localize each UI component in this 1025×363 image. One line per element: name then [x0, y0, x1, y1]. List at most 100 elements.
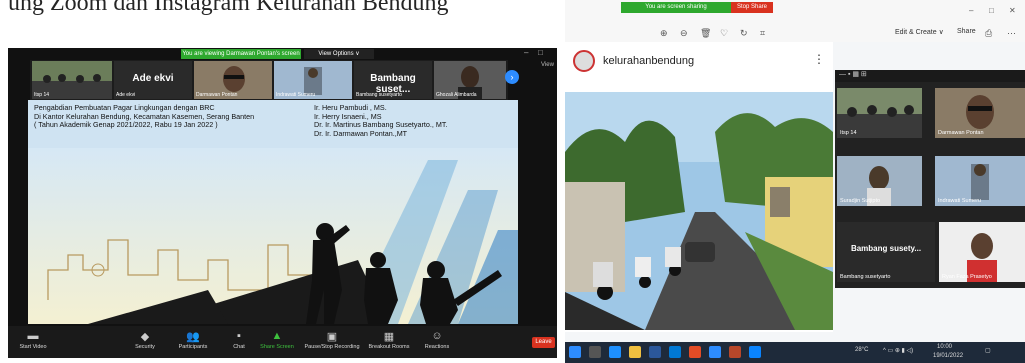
post-photo [565, 92, 833, 330]
crop-icon[interactable]: ⌗ [760, 28, 765, 39]
edit-create-menu[interactable]: Edit & Create ∨ [895, 28, 944, 36]
participant-tile[interactable]: Bambang suset... Bambang susetyarto [354, 61, 432, 99]
toolbar-label: Reactions [424, 344, 450, 350]
word-icon[interactable] [649, 346, 661, 358]
participant-tile[interactable]: Ghozali Alimbarda [434, 61, 506, 99]
toolbar-label: Start Video [19, 344, 47, 350]
panel-tile[interactable]: Indrawati Sumeru [935, 156, 1025, 206]
start-video-button[interactable]: ▬ Start Video [8, 330, 58, 350]
meeting-toolbar: ▬ Start Video ◆ Security 👥 Participants ▪ Ch… [8, 326, 557, 358]
participant-big-name: Ade ekvi [132, 73, 174, 84]
participant-name: Ghozali Alimbarda [436, 92, 477, 98]
tray-icons[interactable]: ^ ▭ ⊕ ▮ ◁) [883, 347, 913, 354]
minimize-icon[interactable]: – [524, 48, 528, 57]
reactions-icon: ☺ [431, 330, 443, 342]
panel-tile[interactable]: Ryan Faza Prasetyo [939, 222, 1025, 282]
minimize-icon[interactable]: – [969, 6, 973, 15]
participant-name: Ade ekvi [116, 92, 136, 98]
windows-taskbar: 28°C ^ ▭ ⊕ ▮ ◁) 10:00 19/01/2022 ▢ [565, 342, 1025, 363]
zoom-out-icon[interactable]: ⊖ [680, 28, 688, 39]
participant-name: Bambang susetyarto [356, 92, 402, 98]
record-icon: ▣ [326, 331, 338, 343]
participant-tile[interactable]: Ade ekvi Ade ekvi [114, 61, 192, 99]
panel-tile[interactable]: Itsp 14 [837, 88, 922, 138]
toolbar-label: Participants [178, 344, 208, 350]
security-button[interactable]: ◆ Security [120, 330, 170, 350]
photos-icon[interactable] [749, 346, 761, 358]
participant-video [939, 222, 1025, 282]
instagram-post: kelurahanbendung ⋮ [565, 42, 833, 332]
more-icon[interactable]: ⋯ [1007, 28, 1016, 39]
panel-tile[interactable]: Darmawan Pontan [935, 88, 1025, 138]
participant-name: Darmawan Pontan [938, 130, 984, 136]
breakout-icon: ▦ [383, 331, 395, 343]
instagram-username[interactable]: kelurahanbendung [603, 55, 694, 67]
participant-name: Suradjin Sutjipto [840, 198, 881, 204]
toolbar-label: Breakout Rooms [368, 344, 410, 350]
start-icon[interactable] [569, 346, 581, 358]
participant-name: Itsp 14 [840, 130, 857, 136]
screen-sharing-banner: You are screen sharing [621, 2, 731, 13]
close-icon[interactable]: ✕ [1009, 6, 1016, 15]
more-options-icon[interactable]: ⋮ [813, 52, 825, 66]
zoom-icon[interactable] [709, 346, 721, 358]
search-icon[interactable] [589, 346, 601, 358]
participant-tile[interactable]: Indrawati Sumeru [274, 61, 352, 99]
maximize-icon[interactable]: □ [989, 6, 994, 15]
view-label[interactable]: View [541, 62, 554, 68]
clock-time[interactable]: 10:00 [937, 344, 952, 350]
browser-window: You are screen sharing Stop Share ⊕ ⊖ 🗑 … [565, 0, 1025, 363]
share-link[interactable]: Share [957, 28, 976, 35]
folder-icon[interactable] [629, 346, 641, 358]
powerpoint-icon[interactable] [729, 346, 741, 358]
next-page-button[interactable]: › [505, 70, 519, 84]
panel-header-icons: — ▪ ▦ ⊞ [835, 70, 1025, 82]
rotate-icon[interactable]: ↻ [740, 28, 748, 39]
shield-icon: ◆ [140, 331, 150, 343]
panel-tile[interactable]: Bambang susety... Bambang susetyarto [837, 222, 935, 282]
video-icon: ▬ [27, 330, 39, 342]
view-options-button[interactable]: View Options ∨ [304, 49, 374, 59]
print-icon[interactable]: ⎙ [985, 28, 992, 39]
weather-temp[interactable]: 28°C [855, 347, 868, 353]
clock-date[interactable]: 19/01/2022 [933, 353, 963, 359]
toolbar-label: Chat [233, 344, 245, 350]
participant-name: Ryan Faza Prasetyo [942, 274, 992, 280]
profile-avatar[interactable] [573, 50, 595, 72]
stop-share-button[interactable]: Stop Share [731, 2, 773, 13]
favorite-icon[interactable]: ♡ [720, 28, 728, 39]
participant-tile[interactable]: Darmawan Pontan [194, 61, 272, 99]
participant-name: Bambang susetyarto [840, 274, 891, 280]
maximize-icon[interactable]: □ [538, 48, 543, 57]
participant-big-name: Bambang susety... [850, 244, 922, 253]
recording-button[interactable]: ▣ Pause/Stop Recording [302, 330, 362, 350]
document-caption: ung Zoom dan Instagram Kelurahan Bendung [8, 0, 449, 16]
leave-button[interactable]: Leave [532, 337, 555, 348]
participant-name: Itsp 14 [34, 92, 50, 98]
participant-name: Indrawati Sumeru [276, 92, 316, 98]
participants-icon: 👥 [186, 331, 200, 343]
participant-tile[interactable]: Itsp 14 [32, 61, 112, 99]
viewing-banner: You are viewing Darmawan Pontan's screen [181, 49, 301, 59]
panel-tile[interactable]: Suradjin Sutjipto [837, 156, 922, 206]
reactions-button[interactable]: ☺ Reactions [412, 330, 462, 350]
breakout-rooms-button[interactable]: ▦ Breakout Rooms [364, 330, 414, 350]
share-icon: ▲ [271, 330, 283, 342]
shared-slide: Pengabdian Pembuatan Pagar Lingkungan de… [28, 100, 518, 324]
zoom-participants-panel: — ▪ ▦ ⊞ Itsp 14 Darmawan Pontan Suradjin… [835, 70, 1025, 288]
zoom-window: You are viewing Darmawan Pontan's screen… [8, 48, 557, 358]
browser-toolbar: You are screen sharing Stop Share ⊕ ⊖ 🗑 … [565, 0, 1025, 42]
share-screen-button[interactable]: ▲ Share Screen [252, 330, 302, 350]
participant-name: Darmawan Pontan [196, 92, 238, 98]
delete-icon[interactable]: 🗑 [700, 28, 711, 39]
mail-icon[interactable] [669, 346, 681, 358]
participant-gallery: Itsp 14 Ade ekvi Ade ekvi Darmawan Ponta… [30, 60, 508, 100]
notification-icon[interactable]: ▢ [985, 347, 991, 354]
chrome-icon[interactable] [689, 346, 701, 358]
participants-button[interactable]: 👥 Participants [168, 330, 218, 350]
toolbar-label: Pause/Stop Recording [304, 344, 360, 350]
zoom-in-icon[interactable]: ⊕ [660, 28, 668, 39]
edge-icon[interactable] [609, 346, 621, 358]
participant-name: Indrawati Sumeru [938, 198, 982, 204]
workers-silhouette-illustration [28, 148, 518, 324]
